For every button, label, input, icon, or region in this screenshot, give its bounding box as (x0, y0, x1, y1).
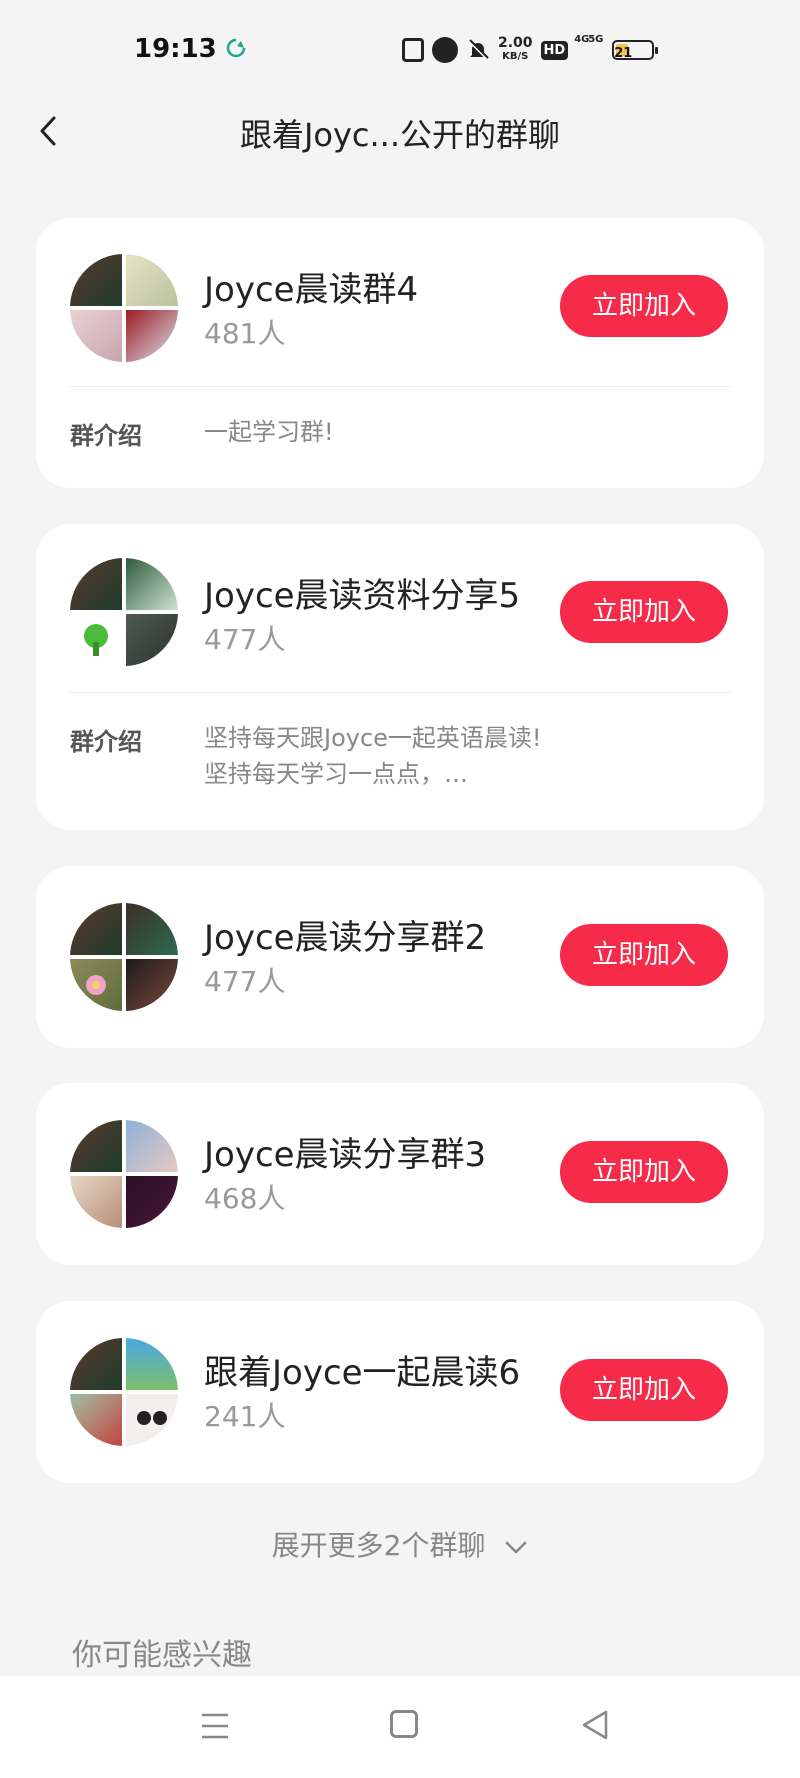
top-bar: 跟着Joyc...公开的群聊 (0, 100, 800, 160)
group-card[interactable]: Joyce晨读分享群2 477人 立即加入 (36, 866, 764, 1048)
group-card[interactable]: 跟着Joyce一起晨读6 241人 立即加入 (36, 1301, 764, 1483)
expand-more-link[interactable]: 展开更多2个群聊 (0, 1524, 800, 1564)
member-count: 468人 (204, 1182, 286, 1215)
intro-line: 坚持每天跟Joyce一起英语晨读! (204, 724, 542, 752)
speed-unit: KB/S (502, 51, 529, 62)
hd-icon: HD (540, 40, 569, 60)
join-button[interactable]: 立即加入 (560, 275, 728, 337)
mute-bell-icon (468, 39, 489, 60)
back-triangle-icon[interactable] (580, 1709, 610, 1741)
chevron-down-icon (506, 1541, 527, 1554)
group-name: Joyce晨读分享群2 (204, 918, 487, 958)
net-label: 5G (588, 34, 604, 45)
battery-icon: 21 (612, 40, 659, 61)
member-count: 477人 (204, 965, 286, 998)
group-name: Joyce晨读分享群3 (204, 1135, 487, 1175)
home-square-icon[interactable] (390, 1710, 418, 1738)
intro-text: 一起学习群! (204, 414, 334, 450)
alarm-icon (432, 37, 458, 63)
navigation-bar (0, 1676, 800, 1778)
page-title: 跟着Joyc...公开的群聊 (239, 116, 561, 154)
intro-label: 群介绍 (70, 728, 142, 756)
group-name: Joyce晨读资料分享5 (204, 576, 521, 616)
expand-more-label: 展开更多2个群聊 (271, 1529, 486, 1562)
intro-text: 坚持每天跟Joyce一起英语晨读! 坚持每天学习一点点，… (204, 720, 542, 792)
group-card[interactable]: Joyce晨读群4 481人 立即加入 群介绍 一起学习群! (36, 218, 764, 488)
intro-line: 坚持每天学习一点点，… (204, 760, 468, 788)
net-label: 4G (574, 34, 590, 45)
join-button[interactable]: 立即加入 (560, 581, 728, 643)
speed-value: 2.00 (498, 35, 533, 51)
menu-icon[interactable] (200, 1712, 230, 1740)
group-avatar (70, 558, 178, 666)
group-card[interactable]: Joyce晨读分享群3 468人 立即加入 (36, 1083, 764, 1265)
join-button[interactable]: 立即加入 (560, 924, 728, 986)
group-name: Joyce晨读群4 (204, 270, 419, 310)
battery-level: 21 (614, 46, 633, 61)
group-name: 跟着Joyce一起晨读6 (204, 1353, 521, 1393)
intro-label: 群介绍 (70, 422, 142, 450)
status-time: 19:13 (134, 34, 217, 64)
network-speed: 2.00 KB/S (498, 35, 533, 63)
member-count: 481人 (204, 317, 286, 350)
status-bar: 19:13 2.00 KB/S HD 4G 5G 21 (0, 0, 800, 100)
group-avatar (70, 903, 178, 1011)
join-button[interactable]: 立即加入 (560, 1141, 728, 1203)
member-count: 241人 (204, 1400, 286, 1433)
join-button[interactable]: 立即加入 (560, 1359, 728, 1421)
intro-line: 一起学习群! (204, 418, 334, 446)
group-avatar (70, 1338, 178, 1446)
nfc-icon (402, 38, 424, 62)
signal-icon: 5G (588, 34, 603, 62)
group-card[interactable]: Joyce晨读资料分享5 477人 立即加入 群介绍 坚持每天跟Joyce一起英… (36, 524, 764, 830)
signal-icon: 4G (574, 34, 589, 62)
group-avatar (70, 254, 178, 362)
member-count: 477人 (204, 623, 286, 656)
sync-icon (226, 38, 246, 58)
divider (70, 386, 730, 387)
divider (70, 692, 730, 693)
group-avatar (70, 1120, 178, 1228)
status-icons: 2.00 KB/S HD 4G 5G 21 (402, 34, 659, 66)
section-title: 你可能感兴趣 (72, 1638, 252, 1673)
